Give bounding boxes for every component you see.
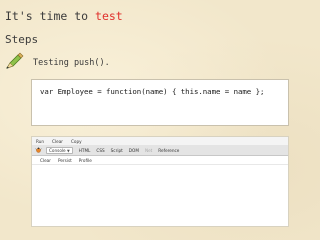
title-prefix: It's time to bbox=[5, 9, 96, 23]
firebug-menubar: Run Clear Copy bbox=[32, 137, 288, 145]
chevron-down-icon: ▼ bbox=[66, 148, 70, 153]
slide-title: It's time to test bbox=[5, 9, 123, 23]
tab-console-label: Console bbox=[49, 147, 66, 153]
clear-button[interactable]: Clear bbox=[52, 139, 63, 144]
pencil-icon bbox=[5, 52, 33, 74]
console-persist-button[interactable]: Persist bbox=[58, 158, 72, 163]
tab-script[interactable]: Script bbox=[111, 148, 123, 153]
copy-button[interactable]: Copy bbox=[71, 139, 82, 144]
console-clear-button[interactable]: Clear bbox=[40, 158, 51, 163]
code-editor[interactable]: var Employee = function(name) { this.nam… bbox=[31, 79, 289, 126]
firebug-tabs: Console ▼ HTML CSS Script DOM Net Refere… bbox=[32, 145, 288, 156]
console-output[interactable] bbox=[32, 165, 288, 226]
run-button[interactable]: Run bbox=[36, 139, 44, 144]
firebug-bug-icon[interactable] bbox=[35, 146, 46, 154]
firebug-console-panel: Run Clear Copy Console ▼ HTML CSS Script… bbox=[31, 136, 289, 227]
tab-dom[interactable]: DOM bbox=[129, 148, 139, 153]
tab-css[interactable]: CSS bbox=[96, 148, 104, 153]
bullet-text: Testing push(). bbox=[33, 58, 110, 68]
tab-console[interactable]: Console ▼ bbox=[46, 146, 73, 154]
tab-reference[interactable]: Reference bbox=[158, 148, 179, 153]
console-toolbar: Clear Persist Profile bbox=[32, 156, 288, 165]
code-line: var Employee = function(name) { this.nam… bbox=[40, 87, 265, 96]
slide-subtitle: Steps bbox=[5, 33, 39, 46]
tab-net[interactable]: Net bbox=[145, 148, 152, 153]
title-highlight: test bbox=[95, 9, 123, 23]
tab-html[interactable]: HTML bbox=[79, 148, 91, 153]
bullet-item: Testing push(). bbox=[5, 52, 110, 74]
console-profile-button[interactable]: Profile bbox=[79, 158, 92, 163]
